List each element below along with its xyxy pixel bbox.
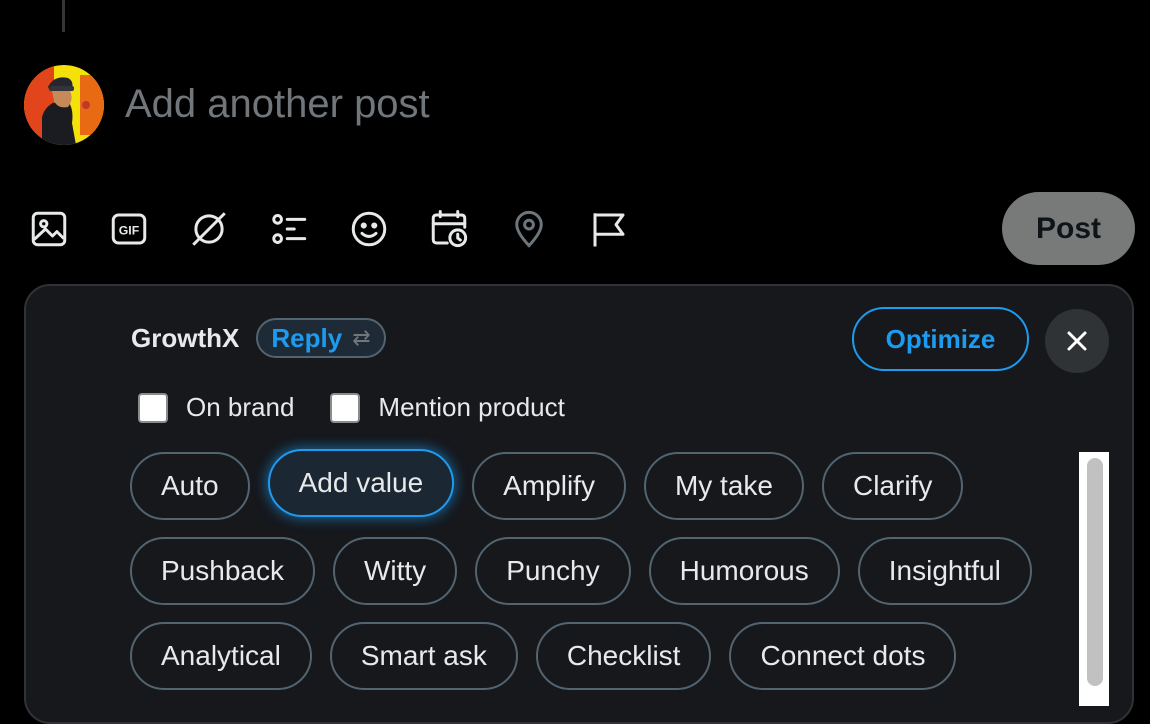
chip-humorous[interactable]: Humorous bbox=[648, 537, 840, 605]
chip-witty[interactable]: Witty bbox=[332, 537, 458, 605]
chip-amplify[interactable]: Amplify bbox=[472, 452, 626, 520]
scrollbar[interactable] bbox=[1079, 452, 1109, 706]
emoji-icon[interactable] bbox=[345, 205, 393, 253]
svg-text:GIF: GIF bbox=[119, 223, 140, 237]
chip-auto[interactable]: Auto bbox=[130, 452, 250, 520]
compose-toolbar: GIF bbox=[25, 205, 633, 253]
brand-name: GrowthX bbox=[131, 323, 240, 353]
image-icon[interactable] bbox=[25, 205, 73, 253]
avatar[interactable] bbox=[24, 65, 104, 145]
flag-icon[interactable] bbox=[585, 205, 633, 253]
options-row: On brand Mention product bbox=[138, 392, 565, 423]
on-brand-label: On brand bbox=[186, 392, 295, 422]
chip-pushback[interactable]: Pushback bbox=[130, 537, 315, 605]
compose-input[interactable]: Add another post bbox=[125, 82, 430, 127]
mode-label: Reply bbox=[271, 322, 343, 353]
option-on-brand[interactable]: On brand bbox=[138, 392, 294, 423]
chip-checklist[interactable]: Checklist bbox=[535, 622, 712, 690]
chip-add-value[interactable]: Add value bbox=[267, 449, 455, 517]
gif-icon[interactable]: GIF bbox=[105, 205, 153, 253]
mention-product-checkbox[interactable] bbox=[330, 392, 361, 423]
schedule-icon[interactable] bbox=[425, 205, 473, 253]
chip-clarify[interactable]: Clarify bbox=[821, 452, 964, 520]
option-mention-product[interactable]: Mention product bbox=[330, 392, 565, 423]
thread-line bbox=[62, 0, 65, 32]
chip-analytical[interactable]: Analytical bbox=[130, 622, 312, 690]
chip-row: Analytical Smart ask Checklist Connect d… bbox=[130, 622, 1070, 690]
optimize-button[interactable]: Optimize bbox=[852, 307, 1029, 371]
chip-insightful[interactable]: Insightful bbox=[857, 537, 1032, 605]
chip-row: Pushback Witty Punchy Humorous Insightfu… bbox=[130, 537, 1070, 605]
post-button[interactable]: Post bbox=[1002, 192, 1135, 265]
close-button[interactable] bbox=[1045, 309, 1109, 373]
scroll-thumb[interactable] bbox=[1087, 458, 1103, 686]
chip-smart-ask[interactable]: Smart ask bbox=[329, 622, 518, 690]
poll-icon[interactable] bbox=[265, 205, 313, 253]
chip-punchy[interactable]: Punchy bbox=[475, 537, 631, 605]
mode-toggle[interactable]: Reply ⇄ bbox=[256, 318, 386, 358]
swap-icon: ⇄ bbox=[352, 325, 371, 350]
on-brand-checkbox[interactable] bbox=[138, 392, 168, 423]
tone-chips: Auto Add value Amplify My take Clarify P… bbox=[130, 449, 1070, 707]
grok-icon[interactable] bbox=[185, 205, 233, 253]
chip-row: Auto Add value Amplify My take Clarify bbox=[130, 449, 1070, 520]
location-icon[interactable] bbox=[505, 205, 553, 253]
mention-product-label: Mention product bbox=[378, 392, 565, 422]
chip-connect-dots[interactable]: Connect dots bbox=[729, 622, 957, 690]
close-icon bbox=[1067, 331, 1087, 351]
chip-my-take[interactable]: My take bbox=[643, 452, 804, 520]
